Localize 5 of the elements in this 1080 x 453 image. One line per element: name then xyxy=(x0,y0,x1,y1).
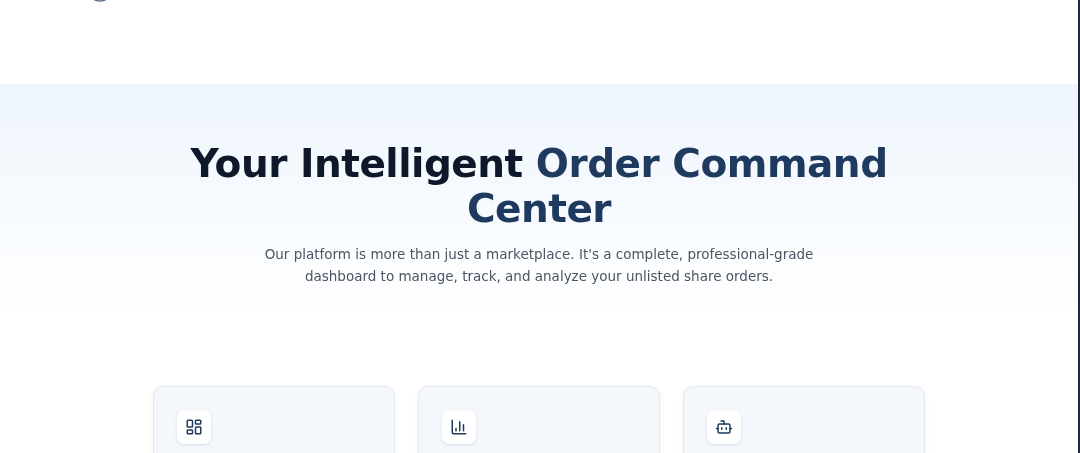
robot-icon xyxy=(707,410,741,444)
hero-title: Your Intelligent Order Command Center xyxy=(189,141,889,231)
bar-chart-icon xyxy=(442,410,476,444)
hero-subtitle: Our platform is more than just a marketplace. It's a complete, professional-grade dashboard to manage, track, and analyze your unlisted share orders. xyxy=(263,245,815,286)
dashboard-icon xyxy=(177,410,211,444)
